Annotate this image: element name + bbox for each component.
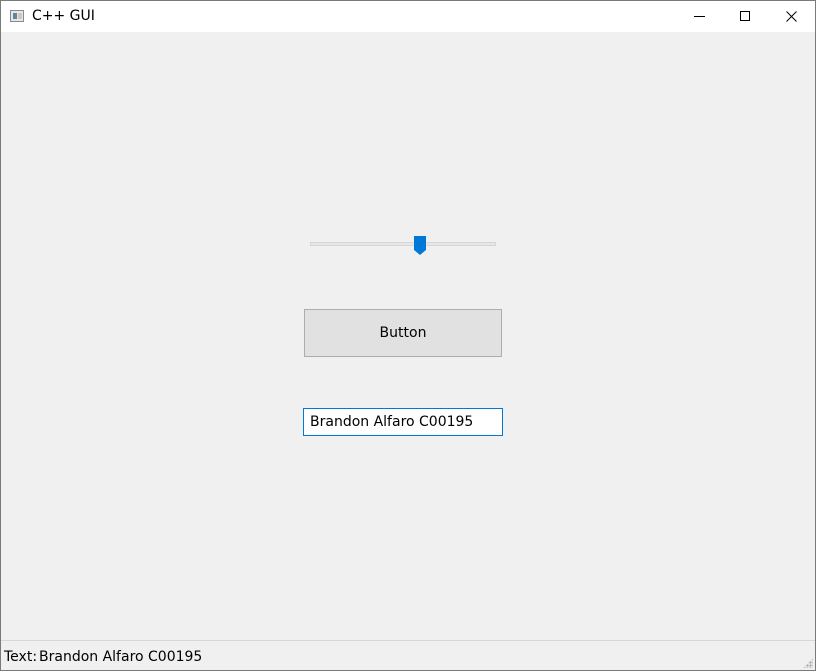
slider-thumb[interactable] bbox=[413, 236, 426, 256]
slider-track[interactable] bbox=[310, 242, 496, 246]
window-title: C++ GUI bbox=[32, 8, 95, 24]
status-bar: Text: Brandon Alfaro C00195 bbox=[1, 640, 815, 670]
title-bar[interactable]: C++ GUI bbox=[1, 1, 815, 32]
resize-grip-icon[interactable] bbox=[803, 658, 813, 668]
app-window-icon bbox=[10, 10, 24, 22]
maximize-icon bbox=[740, 11, 750, 21]
text-input[interactable] bbox=[303, 408, 503, 436]
value-slider[interactable] bbox=[310, 233, 496, 257]
close-button[interactable] bbox=[769, 1, 815, 32]
status-text: Brandon Alfaro C00195 bbox=[39, 649, 203, 665]
minimize-icon bbox=[694, 16, 705, 17]
action-button[interactable]: Button bbox=[304, 309, 502, 357]
minimize-button[interactable] bbox=[677, 1, 723, 32]
app-window: C++ GUI Button Text: Brandon Alfaro C001… bbox=[0, 0, 816, 671]
status-label: Text: bbox=[4, 649, 38, 665]
close-icon bbox=[786, 11, 797, 22]
maximize-button[interactable] bbox=[723, 1, 769, 32]
